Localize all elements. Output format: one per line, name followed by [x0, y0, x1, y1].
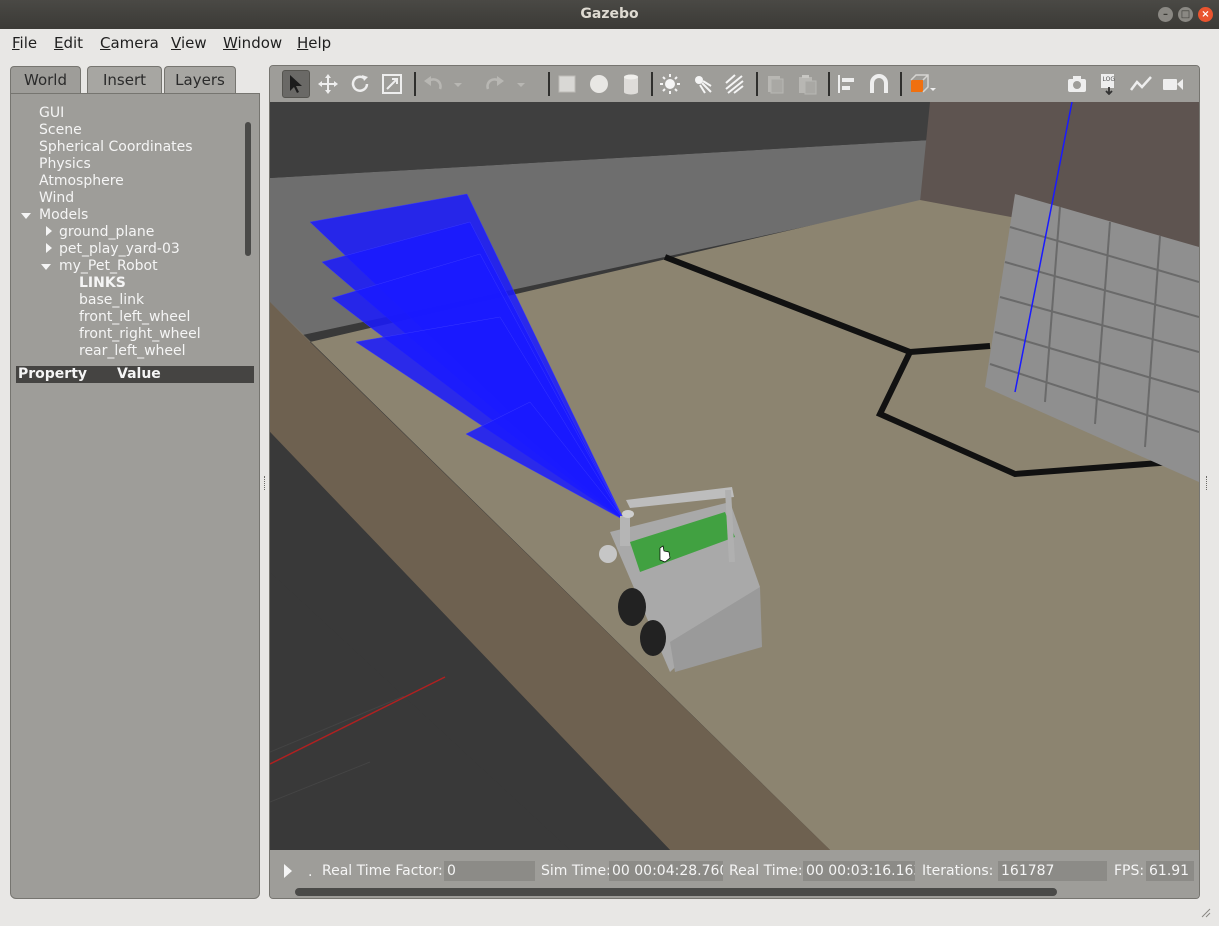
play-icon[interactable]	[284, 864, 292, 878]
gazebo-window: Gazebo – □ × File Edit Camera View Windo…	[0, 0, 1219, 926]
tree-item-physics[interactable]: Physics	[39, 156, 91, 172]
close-button[interactable]: ×	[1198, 7, 1213, 22]
tree-item-gui[interactable]: GUI	[39, 105, 64, 121]
tree-item-atmosphere[interactable]: Atmosphere	[39, 173, 124, 189]
property-table-header: Property Value	[16, 366, 254, 383]
tree-item-rear-right-wheel[interactable]: rear_right_wheel	[79, 360, 196, 361]
splitter-handle-left[interactable]	[264, 476, 266, 490]
tree-item-my-pet-robot[interactable]: my_Pet_Robot	[59, 258, 158, 274]
tree-item-front-left-wheel[interactable]: front_left_wheel	[79, 309, 190, 325]
status-scrollbar[interactable]	[295, 888, 1057, 896]
tab-insert[interactable]: Insert	[87, 66, 162, 94]
undo-history-icon[interactable]	[451, 70, 465, 98]
expand-down-icon[interactable]	[21, 213, 31, 219]
menu-file[interactable]: File	[12, 34, 37, 52]
cylinder-icon[interactable]	[617, 70, 645, 98]
iterations-value: 161787	[998, 861, 1107, 881]
record-icon[interactable]	[1159, 70, 1187, 98]
rtf-label: Real Time Factor:	[322, 863, 443, 879]
sim-time-value: 00 00:04:28.760	[609, 861, 723, 881]
left-panel: World Insert Layers GUI Scene Spherical …	[10, 66, 260, 899]
scale-icon[interactable]	[378, 70, 406, 98]
tree-item-pet-play-yard[interactable]: pet_play_yard-03	[59, 241, 180, 257]
tab-world[interactable]: World	[10, 66, 81, 95]
scene-viewport[interactable]	[270, 102, 1199, 850]
paste-icon[interactable]	[793, 70, 821, 98]
copy-icon[interactable]	[761, 70, 789, 98]
tree-scrollbar[interactable]	[245, 122, 251, 256]
splitter-handle-right[interactable]	[1206, 476, 1208, 490]
title-bar: Gazebo – □ ×	[0, 0, 1219, 29]
svg-text:LOG: LOG	[1103, 76, 1116, 83]
world-tab-body: GUI Scene Spherical Coordinates Physics …	[10, 93, 260, 899]
world-tree: GUI Scene Spherical Coordinates Physics …	[11, 99, 246, 361]
resize-grip-icon[interactable]	[1199, 906, 1211, 918]
step-indicator: .	[308, 864, 313, 880]
status-bar: . Real Time Factor: 0 Sim Time: 00 00:04…	[270, 850, 1199, 898]
window-title: Gazebo	[580, 6, 639, 22]
viewport-panel: LOG . Real Time Factor: 0 Sim Time: 00 0…	[269, 65, 1200, 899]
expand-right-icon[interactable]	[46, 243, 52, 253]
tree-item-front-right-wheel[interactable]: front_right_wheel	[79, 326, 201, 342]
minimize-button[interactable]: –	[1158, 7, 1173, 22]
directional-light-icon[interactable]	[720, 70, 748, 98]
toolbar: LOG	[270, 66, 1199, 102]
menu-view[interactable]: View	[171, 34, 207, 52]
fps-value: 61.91	[1146, 861, 1194, 881]
align-icon[interactable]	[833, 70, 861, 98]
value-column-header: Value	[117, 366, 161, 382]
translate-icon[interactable]	[314, 70, 342, 98]
plot-icon[interactable]	[1127, 70, 1155, 98]
spot-light-icon[interactable]	[688, 70, 716, 98]
window-controls: – □ ×	[1158, 7, 1213, 22]
menu-edit[interactable]: Edit	[54, 34, 83, 52]
undo-icon[interactable]	[419, 70, 447, 98]
sim-time-label: Sim Time:	[541, 863, 611, 879]
rotate-icon[interactable]	[346, 70, 374, 98]
snap-icon[interactable]	[865, 70, 893, 98]
tree-heading-links: LINKS	[79, 275, 126, 291]
property-column-header: Property	[18, 366, 88, 382]
menu-help[interactable]: Help	[297, 34, 331, 52]
select-icon[interactable]	[282, 70, 310, 98]
sphere-icon[interactable]	[585, 70, 613, 98]
menu-camera[interactable]: Camera	[100, 34, 159, 52]
tree-item-base-link[interactable]: base_link	[79, 292, 144, 308]
view-angle-icon[interactable]	[904, 70, 940, 98]
redo-history-icon[interactable]	[514, 70, 528, 98]
real-time-value: 00 00:03:16.163	[803, 861, 915, 881]
tree-item-spherical-coordinates[interactable]: Spherical Coordinates	[39, 139, 193, 155]
fps-label: FPS:	[1114, 863, 1145, 879]
maximize-button[interactable]: □	[1178, 7, 1193, 22]
real-time-label: Real Time:	[729, 863, 803, 879]
redo-icon[interactable]	[481, 70, 509, 98]
tree-item-ground-plane[interactable]: ground_plane	[59, 224, 154, 240]
expand-right-icon[interactable]	[46, 226, 52, 236]
screenshot-icon[interactable]	[1063, 70, 1091, 98]
rtf-value: 0	[444, 861, 535, 881]
menu-bar: File Edit Camera View Window Help	[0, 29, 1219, 57]
iterations-label: Iterations:	[922, 863, 994, 879]
menu-window[interactable]: Window	[223, 34, 282, 52]
box-icon[interactable]	[553, 70, 581, 98]
tree-item-wind[interactable]: Wind	[39, 190, 74, 206]
log-icon[interactable]: LOG	[1095, 70, 1123, 98]
point-light-icon[interactable]	[656, 70, 684, 98]
tab-layers[interactable]: Layers	[164, 66, 236, 94]
tree-item-scene[interactable]: Scene	[39, 122, 82, 138]
tree-item-rear-left-wheel[interactable]: rear_left_wheel	[79, 343, 186, 359]
tree-item-models[interactable]: Models	[39, 207, 88, 223]
expand-down-icon[interactable]	[41, 264, 51, 270]
